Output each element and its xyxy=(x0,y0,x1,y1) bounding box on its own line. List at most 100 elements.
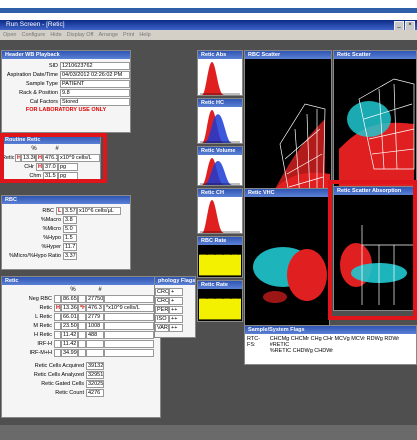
retic-row: L Retic 66.01 2779 xyxy=(2,312,160,321)
rate-plot xyxy=(198,245,242,277)
histogram-panel: Retic Rate xyxy=(197,280,243,322)
retic-row-label: Retic xyxy=(39,304,52,311)
rack-label: Rack & Position xyxy=(19,89,58,96)
menu-configure[interactable]: Configure xyxy=(21,30,45,40)
retic-row-flag2 xyxy=(78,348,86,357)
retic-count-row: Retic Cells Acquired 39132 xyxy=(2,361,160,370)
menu-help[interactable]: Help xyxy=(139,30,150,40)
hypo-value: 1.5 xyxy=(63,233,77,242)
pct-header: % xyxy=(31,145,37,152)
retic-count-label: Retic Cells Analyzed xyxy=(33,371,84,378)
retic-row-label: H Retic xyxy=(33,331,52,338)
morphology-flag-row: CRO + xyxy=(155,287,195,296)
retic-row: IRF-M+H 34.99 xyxy=(2,348,160,357)
routine-retic-title: Routine Retic xyxy=(2,136,100,144)
menu-arrange[interactable]: Arrange xyxy=(98,30,118,40)
histogram-panel: Retic Volume xyxy=(197,146,243,186)
morphology-flag-row: ISO ++ xyxy=(155,314,195,323)
retic-vhc-title: Retic VHC xyxy=(245,189,329,197)
retic-absorption-panel: Retic Scatter Absorption xyxy=(333,186,417,311)
menu-open[interactable]: Open xyxy=(3,30,16,40)
rack-value: 9.8 xyxy=(60,88,130,97)
rbc-flag: L xyxy=(56,206,63,215)
aspiration-value: 04/03/2012 02:26:02 PM xyxy=(60,70,130,79)
rr-chr-flag: H xyxy=(36,162,43,171)
histogram-title: Retic HC xyxy=(198,99,242,107)
morph-flag-label: PER xyxy=(155,305,169,314)
morph-flag-value: + xyxy=(169,296,183,305)
retic-row-pct: 66.01 xyxy=(61,312,78,321)
num-header: # xyxy=(55,145,59,152)
histogram-plot xyxy=(198,197,242,233)
vhc-red-cloud xyxy=(287,249,327,301)
retic-row-label: Neg RBC xyxy=(28,295,52,302)
rr-chr-value: 37.0 xyxy=(43,162,58,171)
retic-row-num: 2779 xyxy=(86,312,104,321)
sample-flags-code: RTC-FS: xyxy=(247,336,261,348)
macro-label: %Macro xyxy=(40,216,61,223)
histogram-plot xyxy=(198,107,242,143)
menu-display-off[interactable]: Display Off xyxy=(67,30,94,40)
retic-count-label: Retic Gated Cells xyxy=(41,380,84,387)
histogram-title: RBC Rate xyxy=(198,237,242,245)
rbc-value: 3.57 xyxy=(63,206,77,215)
retic-row-flag2 xyxy=(78,330,86,339)
histogram-plot xyxy=(198,155,242,185)
morph-flag-value: + xyxy=(169,287,183,296)
histogram-plot xyxy=(198,59,242,95)
retic-row-pct: 11.42 xyxy=(61,339,78,348)
retic-absorption-title: Retic Scatter Absorption xyxy=(334,187,416,195)
retic-row-num xyxy=(86,348,104,357)
retic-row-unit xyxy=(104,348,154,357)
rr-retic-pct: 13.36 xyxy=(21,153,36,162)
vhc-red-tail xyxy=(263,291,287,303)
morphology-flags-panel: phology Flags CRO + CRO + PER ++ ISO ++ VAR ++ xyxy=(154,276,196,338)
micro-value: 5.0 xyxy=(63,224,77,233)
rr-chr-unit: pg xyxy=(58,162,78,171)
routine-retic-panel: Routine Retic % # Retic H 13.36 H 476.3 … xyxy=(1,135,101,180)
rate-fill xyxy=(199,298,241,320)
retic-row-flag1 xyxy=(54,339,61,348)
retic-row-num xyxy=(86,339,104,348)
window-title-bar: Run Screen - [Retic] _ × xyxy=(0,20,417,31)
rr-retic-flag2: H xyxy=(36,153,43,162)
retic-absorption-plot xyxy=(340,225,416,305)
retic-row-num: 27750 xyxy=(86,294,104,303)
retic-row-label: IRF-M+H xyxy=(29,349,52,356)
morph-flag-label: CRO xyxy=(155,287,169,296)
retic-row: Neg RBC 86.65 27750 xyxy=(2,294,160,303)
menu-hide[interactable]: Hide xyxy=(50,30,61,40)
retic-count-row: Retic Gated Cells 32025 xyxy=(2,379,160,388)
retic-row-flag1 xyxy=(54,348,61,357)
retic-row-num: 476.3 xyxy=(86,303,104,312)
rr-chr-label: CHr xyxy=(24,163,34,170)
macro-value: 3.8 xyxy=(63,215,77,224)
morphology-flag-row: VAR ++ xyxy=(155,323,195,332)
ratio-label: %Micro/%Hypo Ratio xyxy=(9,252,61,259)
header-panel-title: Header WB Playback xyxy=(2,51,130,59)
retic-row-flag1 xyxy=(54,312,61,321)
menu-print[interactable]: Print xyxy=(123,30,134,40)
retic-row-pct: 86.65 xyxy=(61,294,78,303)
sample-type-label: Sample Type xyxy=(25,80,58,87)
hyper-label: %Hyper xyxy=(41,243,61,250)
retic-row-num: 488 xyxy=(86,330,104,339)
retic-count-value: 32951 xyxy=(86,370,104,379)
retic-row-num: 1008 xyxy=(86,321,104,330)
cal-label: Cal Factors xyxy=(29,98,58,105)
morph-flag-label: ISO xyxy=(155,314,169,323)
retic-row-unit xyxy=(104,330,154,339)
hypo-label: %Hypo xyxy=(43,234,61,241)
browser-top-band xyxy=(0,0,417,20)
rr-retic-unit: x10^9 cells/L xyxy=(58,153,100,162)
rr-retic-num: 476.3 xyxy=(43,153,58,162)
retic-row-flag2: *H xyxy=(78,303,86,312)
ratio-value: 3.37 xyxy=(63,251,77,260)
retic-scatter-cyan-cloud xyxy=(347,101,391,137)
retic-row-pct: 13.36 xyxy=(61,303,78,312)
rr-chm-value: 31.5 xyxy=(43,171,58,180)
retic-row-label: M Retic xyxy=(33,322,52,329)
retic-row-pct: 11.42 xyxy=(61,330,78,339)
window-title: Run Screen - [Retic] xyxy=(6,21,65,28)
morph-flag-value: ++ xyxy=(169,323,183,332)
